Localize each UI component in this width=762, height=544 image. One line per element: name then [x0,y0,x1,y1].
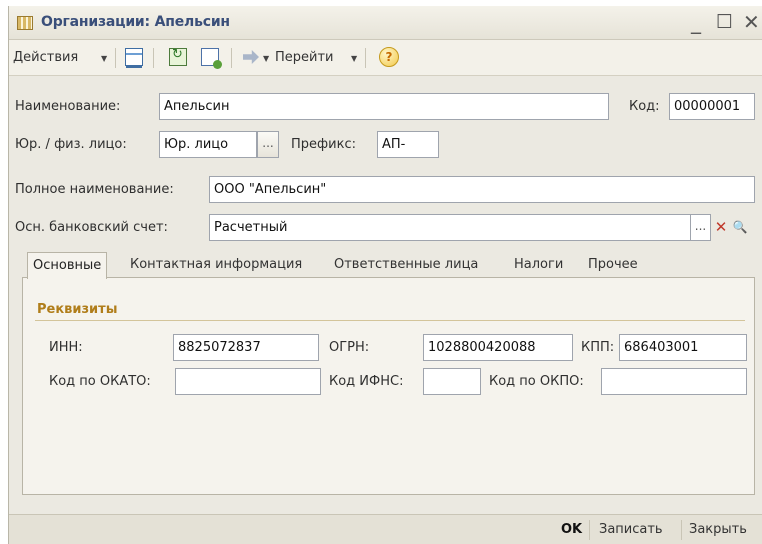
ifns-label: Код ИФНС: [329,374,404,389]
prefix-input[interactable]: АП- [377,131,439,158]
goto-menu-button[interactable]: Перейти [275,50,334,65]
name-label: Наименование: [15,99,121,114]
close-button[interactable]: Закрыть [689,522,747,537]
copy-icon[interactable] [201,48,222,69]
search-icon[interactable]: 🔍 [731,214,749,241]
tab-taxes[interactable]: Налоги [509,252,568,278]
footer-divider [681,520,682,540]
tab-main[interactable]: Основные [27,252,108,279]
inn-label: ИНН: [49,340,83,355]
based-on-dropdown-icon[interactable]: ▼ [263,54,269,63]
minimize-button[interactable]: _ [691,10,701,34]
toolbar-divider [153,48,154,68]
prefix-label: Префикс: [291,137,356,152]
toolbar-divider [365,48,366,68]
okato-input[interactable] [175,368,321,395]
bank-account-select-button[interactable]: ... [691,214,711,241]
ogrn-input[interactable]: 1028800420088 [423,334,573,361]
requisites-divider [35,320,745,321]
okpo-input[interactable] [601,368,747,395]
ok-button[interactable]: OK [561,522,582,537]
close-window-button[interactable]: ✕ [743,10,760,34]
tab-other[interactable]: Прочее [583,252,643,278]
okpo-label: Код по ОКПО: [489,374,584,389]
bank-account-input[interactable]: Расчетный [209,214,691,241]
requisites-group-title: Реквизиты [37,302,118,317]
window-title: Организации: Апельсин [41,14,230,30]
entity-type-input[interactable]: Юр. лицо [159,131,257,158]
full-name-label: Полное наименование: [15,182,174,197]
clear-icon[interactable]: ✕ [712,214,730,241]
toolbar-divider [115,48,116,68]
organization-window: Организации: Апельсин _ ☐ ✕ Действия ▼ ▼… [8,6,762,544]
name-input[interactable]: Апельсин [159,93,609,120]
table-icon [17,16,33,30]
tab-responsible-persons[interactable]: Ответственные лица [329,252,483,278]
ogrn-label: ОГРН: [329,340,370,355]
help-icon[interactable]: ? [379,47,399,67]
save-button[interactable]: Записать [599,522,663,537]
entity-type-label: Юр. / физ. лицо: [15,137,127,152]
actions-menu-button[interactable]: Действия [13,50,78,65]
list-view-icon[interactable] [125,48,143,68]
ifns-input[interactable] [423,368,481,395]
okato-label: Код по ОКАТО: [49,374,151,389]
kpp-input[interactable]: 686403001 [619,334,747,361]
full-name-input[interactable]: ООО "Апельсин" [209,176,755,203]
title-bar[interactable]: Организации: Апельсин _ ☐ ✕ [9,6,762,40]
goto-dropdown-icon[interactable]: ▼ [351,54,357,63]
footer-divider [589,520,590,540]
maximize-button[interactable]: ☐ [716,10,733,34]
kpp-label: КПП: [581,340,615,355]
tab-contact-info[interactable]: Контактная информация [125,252,307,278]
refresh-icon[interactable] [169,47,187,66]
entity-type-select-button[interactable]: ... [257,131,279,158]
toolbar: Действия ▼ ▼ Перейти ▼ ? [9,40,762,76]
inn-input[interactable]: 8825072837 [173,334,319,361]
code-label: Код: [629,99,660,114]
based-on-icon[interactable] [243,50,259,64]
toolbar-divider [231,48,232,68]
actions-dropdown-icon[interactable]: ▼ [101,54,107,63]
footer-bar: OK Записать Закрыть [9,514,762,544]
bank-account-label: Осн. банковский счет: [15,220,168,235]
code-input[interactable]: 00000001 [669,93,755,120]
